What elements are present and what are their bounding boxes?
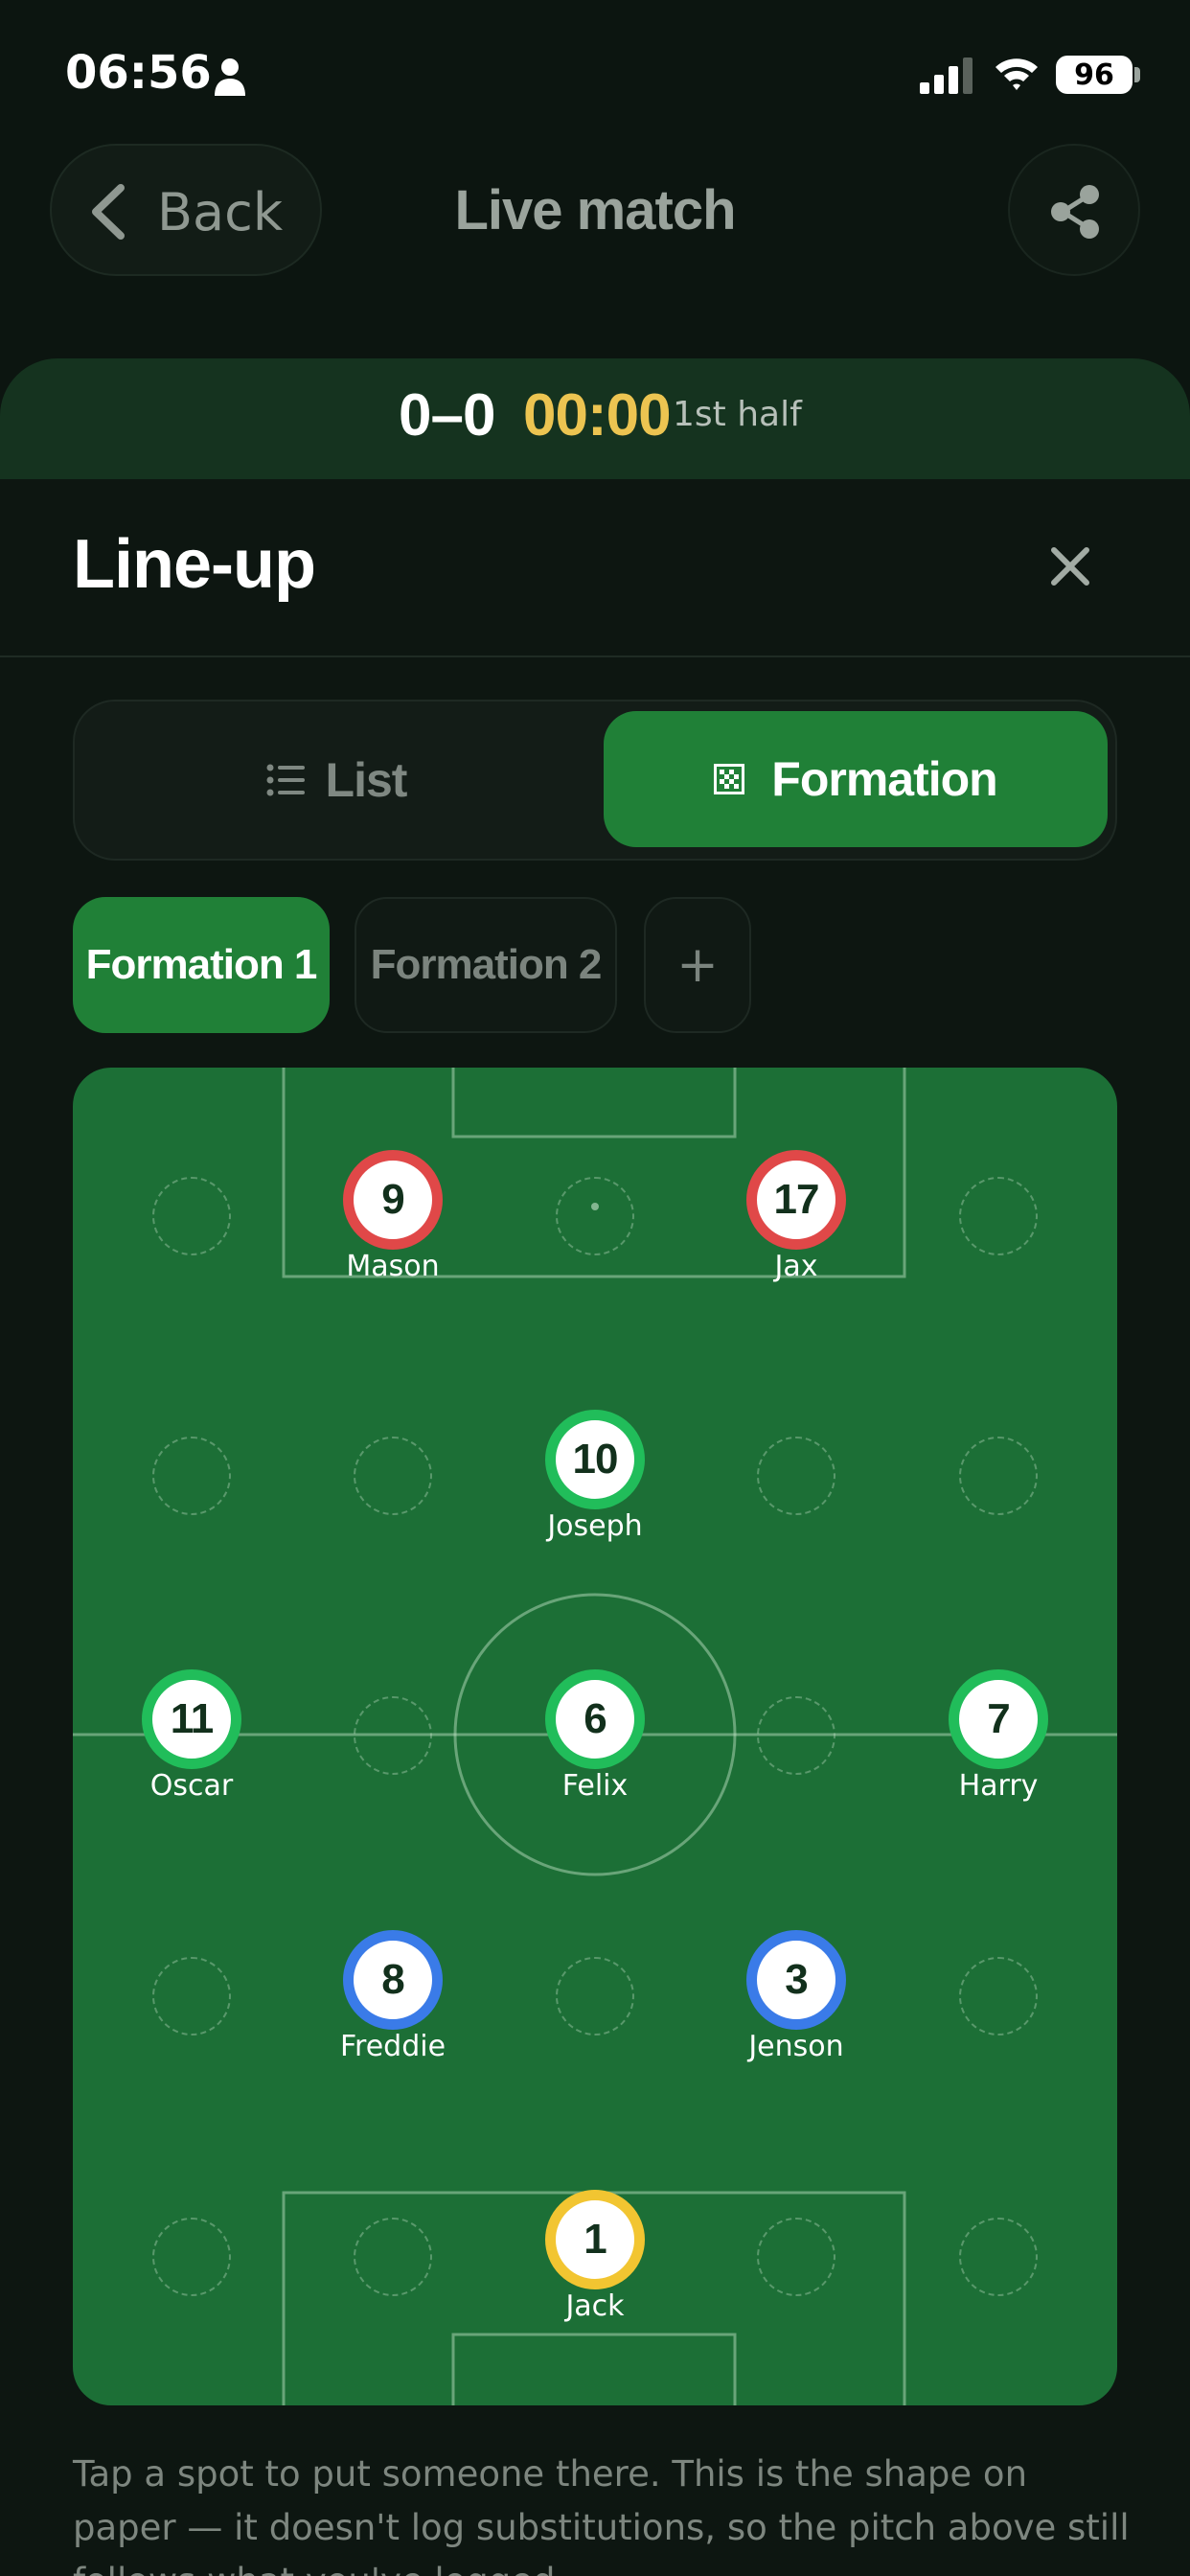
empty-slot[interactable] [959,2218,1038,2296]
player-marker[interactable]: 3 Jenson [746,1930,846,2063]
status-time: 06:56 [65,46,212,100]
share-button[interactable] [1008,144,1140,276]
battery-indicator: 96 [1056,56,1133,94]
empty-slot[interactable] [152,1437,231,1515]
empty-slot[interactable] [354,1437,432,1515]
player-number: 11 [142,1669,241,1769]
player-marker[interactable]: 8 Freddie [340,1930,446,2063]
player-name: Freddie [339,2030,446,2063]
status-bar: 06:56 96 [0,0,1190,144]
player-marker[interactable]: 17 Jax [746,1150,846,1283]
empty-slot[interactable] [152,1957,231,2036]
battery-tip [1134,67,1140,82]
empty-slot[interactable] [757,2218,835,2296]
player-number: 17 [746,1150,846,1250]
score-bar: 0–0 00:00 1st half [0,358,1190,479]
person-icon [215,58,245,96]
toggle-formation[interactable]: Formation [604,711,1108,847]
sheet-title: Line-up [73,526,316,603]
toggle-formation-label: Formation [771,752,997,806]
player-number: 7 [949,1669,1048,1769]
share-icon [1051,185,1099,239]
player-name: Jenson [748,2030,844,2063]
empty-slot[interactable] [757,1696,835,1775]
match-clock: 00:00 [523,382,672,448]
player-number: 1 [545,2190,645,2289]
player-name: Jack [565,2289,625,2323]
grid-icon [714,764,745,794]
wifi-icon [995,58,1038,90]
divider [0,656,1190,657]
player-number: 9 [343,1150,443,1250]
player-marker[interactable]: 1 Jack [545,2190,645,2323]
hint-text: Tap a spot to put someone there. This is… [73,2453,1130,2576]
player-name: Mason [346,1250,440,1283]
cellular-signal-icon [920,58,973,94]
empty-slot[interactable] [152,2218,231,2296]
empty-slot[interactable] [354,2218,432,2296]
close-icon[interactable] [1041,537,1100,596]
player-marker[interactable]: 6 Felix [545,1669,645,1803]
toggle-list-label: List [325,753,408,807]
player-marker[interactable]: 7 Harry [949,1669,1048,1803]
empty-slot[interactable] [959,1177,1038,1255]
lineup-sheet: Line-up List Formation Formation 1 Forma… [0,479,1190,2576]
player-marker[interactable]: 9 Mason [343,1150,443,1283]
tab-formation-2[interactable]: Formation 2 [355,897,617,1033]
pitch: 9 Mason 17 Jax 10 Joseph 11 Oscar 6 Feli… [73,1068,1117,2405]
view-toggle: List Formation [73,700,1117,861]
empty-slot[interactable] [757,1437,835,1515]
player-number: 3 [746,1930,846,2030]
empty-slot[interactable] [354,1696,432,1775]
toggle-list[interactable]: List [75,702,598,859]
player-name: Harry [958,1769,1039,1803]
player-number: 6 [545,1669,645,1769]
list-icon [266,764,305,796]
player-name: Jax [774,1250,818,1283]
player-name: Joseph [547,1509,643,1543]
add-formation-button[interactable]: + [644,897,751,1033]
empty-slot[interactable] [152,1177,231,1255]
score: 0–0 [399,382,495,448]
empty-slot[interactable] [959,1437,1038,1515]
player-marker[interactable]: 10 Joseph [545,1410,645,1543]
player-name: Felix [561,1769,629,1803]
player-name: Oscar [149,1769,234,1803]
empty-slot[interactable] [556,1177,634,1255]
player-marker[interactable]: 11 Oscar [142,1669,241,1803]
match-period: 1st half [673,395,802,434]
player-number: 8 [343,1930,443,2030]
empty-slot[interactable] [556,1957,634,2036]
tab-formation-1[interactable]: Formation 1 [73,897,330,1033]
empty-slot[interactable] [959,1957,1038,2036]
player-number: 10 [545,1410,645,1509]
